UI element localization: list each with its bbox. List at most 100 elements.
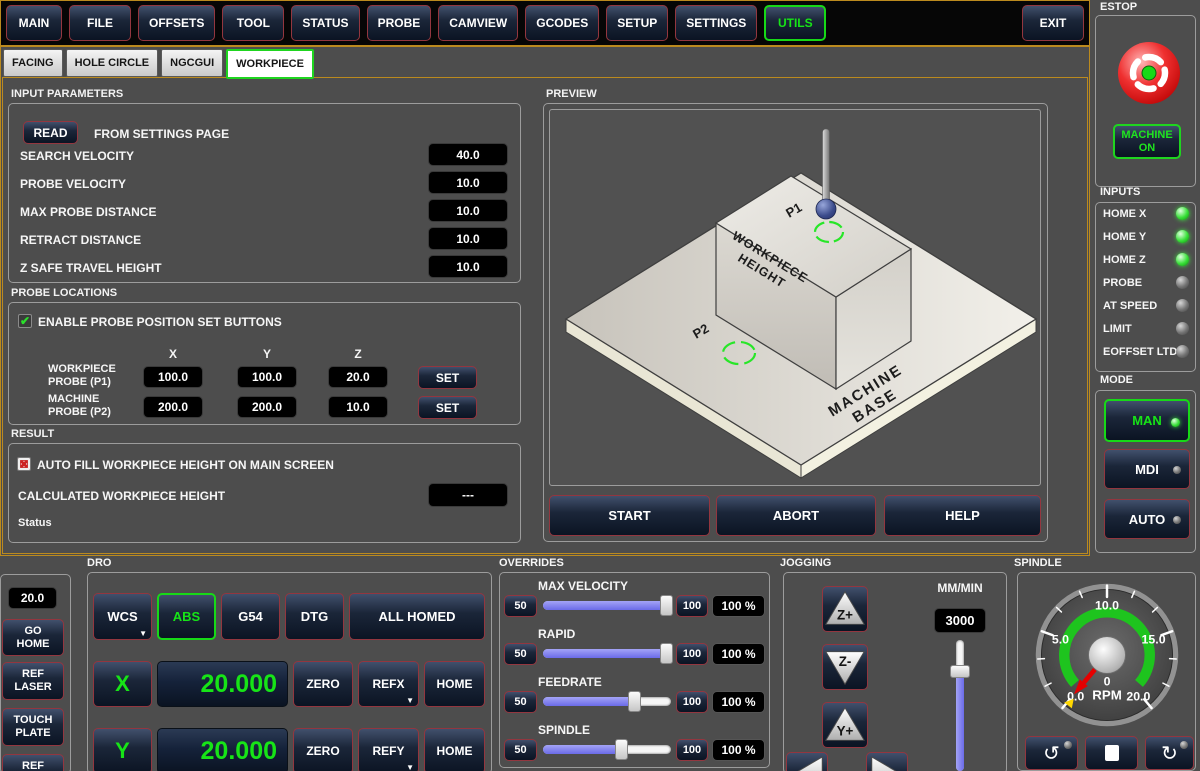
axis-y-button[interactable]: Y [93,728,152,771]
mode-auto-button[interactable]: AUTO [1104,499,1190,539]
menu-offsets[interactable]: OFFSETS [138,5,215,41]
mode-man-button[interactable]: MAN [1104,399,1190,442]
spindle-forward-button[interactable]: ↻ [1145,736,1194,770]
tab-hole-circle[interactable]: HOLE CIRCLE [66,49,159,77]
slider-handle[interactable] [660,595,673,616]
wcs-dropdown[interactable]: WCS ▼ [93,593,152,640]
menu-setup[interactable]: SETUP [606,5,668,41]
retract-distance-field[interactable]: 10.0 [428,227,508,250]
feedrate-display: 100 % [712,691,765,713]
search-velocity-field[interactable]: 40.0 [428,143,508,166]
tab-ngcgui[interactable]: NGCGUI [161,49,223,77]
p2-row-label: MACHINE PROBE (P2) [48,393,111,418]
rapid-slider[interactable] [543,643,671,664]
zero-x-button[interactable]: ZERO [293,661,353,707]
max-probe-distance-field[interactable]: 10.0 [428,199,508,222]
touch-plate-button[interactable]: TOUCH PLATE [2,708,64,746]
p2-x-field[interactable]: 200.0 [143,396,203,418]
p2-y-field[interactable]: 200.0 [237,396,297,418]
help-button[interactable]: HELP [884,495,1041,536]
jog-rate-slider[interactable] [948,640,972,771]
exit-button[interactable]: EXIT [1022,5,1084,41]
jog-x-minus-button[interactable] [786,752,828,771]
abs-button[interactable]: ABS [157,593,216,640]
axis-x-button[interactable]: X [93,661,152,707]
zero-y-button[interactable]: ZERO [293,728,353,771]
chevron-down-icon: ▼ [139,629,147,638]
mode-auto-label: AUTO [1129,512,1166,527]
p2-z-field[interactable]: 10.0 [328,396,388,418]
mode-auto-led [1173,516,1181,524]
rapid-max-button[interactable]: 100 [676,643,708,665]
go-home-button[interactable]: GO HOME [2,619,64,656]
max-velocity-slider[interactable] [543,595,671,616]
slider-handle[interactable] [660,643,673,664]
start-button[interactable]: START [549,495,710,536]
menu-status[interactable]: STATUS [291,5,359,41]
column-header-z: Z [328,347,388,361]
max-velocity-min-button[interactable]: 50 [504,595,537,617]
menu-settings[interactable]: SETTINGS [675,5,757,41]
p1-set-button[interactable]: SET [418,366,477,389]
menu-file[interactable]: FILE [69,5,131,41]
p2-set-button[interactable]: SET [418,396,477,419]
spindle-ovr-slider[interactable] [543,739,671,760]
refy-label: REFY [372,744,404,758]
tab-workpiece[interactable]: WORKPIECE [226,49,314,79]
spindle-reverse-button[interactable]: ↺ [1025,736,1078,770]
jog-x-plus-button[interactable] [866,752,908,771]
jog-rate-entry[interactable]: 3000 [934,608,986,633]
menu-camview[interactable]: CAMVIEW [438,5,518,41]
all-homed-button[interactable]: ALL HOMED [349,593,485,640]
refx-dropdown[interactable]: REFX ▼ [358,661,419,707]
enable-probe-set-checkbox[interactable]: ✔ [18,314,32,328]
jog-z-minus-button[interactable]: Z- [822,644,868,690]
touch-height-entry[interactable]: 20.0 [8,587,57,609]
z-safe-height-field[interactable]: 10.0 [428,255,508,278]
p1-y-field[interactable]: 100.0 [237,366,297,388]
tab-facing[interactable]: FACING [3,49,63,77]
jog-z-plus-button[interactable]: Z+ [822,586,868,632]
slider-handle[interactable] [615,739,628,760]
menu-gcodes[interactable]: GCODES [525,5,599,41]
qtdragon-utils-screen: MAIN FILE OFFSETS TOOL STATUS PROBE CAMV… [0,0,1200,771]
menu-probe[interactable]: PROBE [367,5,432,41]
spindle-ovr-label: SPINDLE [538,723,590,737]
svg-text:RPM: RPM [1092,688,1122,703]
slider-handle[interactable] [950,665,970,678]
max-velocity-max-button[interactable]: 100 [676,595,708,617]
dtg-button[interactable]: DTG [285,593,344,640]
slider-handle[interactable] [628,691,641,712]
g54-button[interactable]: G54 [221,593,280,640]
feedrate-slider[interactable] [543,691,671,712]
menu-main[interactable]: MAIN [6,5,62,41]
menu-tool[interactable]: TOOL [222,5,284,41]
rapid-min-button[interactable]: 50 [504,643,537,665]
menu-utils[interactable]: UTILS [764,5,826,41]
spindle-stop-button[interactable] [1085,736,1138,770]
read-button[interactable]: READ [23,121,78,144]
estop-button[interactable] [1114,38,1184,108]
abort-button[interactable]: ABORT [716,495,876,536]
calculated-height-label: CALCULATED WORKPIECE HEIGHT [18,489,225,503]
p1-z-field[interactable]: 20.0 [328,366,388,388]
refy-dropdown[interactable]: REFY ▼ [358,728,419,771]
home-y-button[interactable]: HOME [424,728,485,771]
feedrate-max-button[interactable]: 100 [676,691,708,713]
svg-text:20.0: 20.0 [1126,690,1150,704]
machine-on-button[interactable]: MACHINE ON [1113,124,1181,159]
feedrate-label: FEEDRATE [538,675,602,689]
ref-laser-button[interactable]: REF LASER [2,662,64,700]
mode-mdi-button[interactable]: MDI [1104,449,1190,489]
spindle-ovr-max-button[interactable]: 100 [676,739,708,761]
input-probe-label: PROBE [1103,277,1142,289]
ref-button[interactable]: REF [2,754,64,771]
param-label: MAX PROBE DISTANCE [20,205,156,219]
autofill-checkbox[interactable]: ✖ [17,457,31,471]
spindle-ovr-min-button[interactable]: 50 [504,739,537,761]
home-x-button[interactable]: HOME [424,661,485,707]
probe-velocity-field[interactable]: 10.0 [428,171,508,194]
p1-x-field[interactable]: 100.0 [143,366,203,388]
jog-y-plus-button[interactable]: Y+ [822,702,868,748]
feedrate-min-button[interactable]: 50 [504,691,537,713]
